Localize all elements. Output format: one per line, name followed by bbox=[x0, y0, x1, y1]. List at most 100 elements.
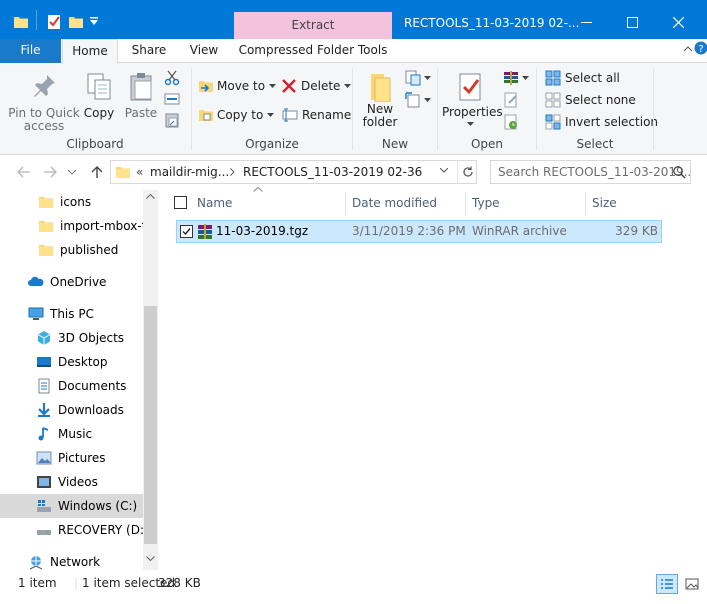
forward-arrow-icon bbox=[44, 166, 57, 178]
nav-item-onedrive[interactable]: OneDrive bbox=[0, 270, 144, 294]
file-date: 3/11/2019 2:36 PM bbox=[352, 224, 466, 238]
tab-home[interactable]: Home bbox=[62, 39, 118, 64]
pin-label: Pin to Quick access bbox=[8, 106, 80, 133]
table-row[interactable]: 11-03-2019.tgz 3/11/2019 2:36 PM WinRAR … bbox=[176, 220, 662, 243]
paste-icon bbox=[127, 72, 155, 102]
history-icon[interactable] bbox=[503, 114, 519, 130]
nav-item-music[interactable]: Music bbox=[0, 422, 144, 446]
pin-icon bbox=[30, 72, 58, 100]
tab-share[interactable]: Share bbox=[121, 39, 177, 64]
select-none-button[interactable]: Select none bbox=[545, 91, 636, 109]
rename-button[interactable]: Rename bbox=[282, 105, 351, 125]
select-all-checkbox[interactable] bbox=[174, 196, 187, 209]
nav-item-3d-objects[interactable]: 3D Objects bbox=[0, 326, 144, 350]
close-button[interactable] bbox=[655, 6, 701, 39]
pin-to-quick-access-button[interactable]: Pin to Quick access bbox=[5, 70, 83, 134]
file-type: WinRAR archive bbox=[472, 224, 567, 238]
easy-access-button[interactable] bbox=[405, 92, 431, 108]
move-to-button[interactable]: Move to bbox=[198, 76, 277, 96]
details-view-button[interactable] bbox=[656, 574, 678, 594]
forward-button[interactable] bbox=[38, 162, 62, 182]
nav-item-published[interactable]: published bbox=[0, 238, 144, 262]
delete-icon bbox=[282, 79, 296, 93]
status-divider: | bbox=[74, 576, 79, 590]
folder-icon bbox=[14, 15, 28, 29]
file-size: 329 KB bbox=[615, 224, 658, 238]
paste-button[interactable]: Paste bbox=[122, 70, 160, 134]
nav-item-videos[interactable]: Videos bbox=[0, 470, 144, 494]
invert-selection-icon bbox=[545, 114, 561, 130]
address-dropdown-icon[interactable] bbox=[440, 168, 448, 173]
tab-view[interactable]: View bbox=[178, 39, 230, 64]
minimize-button[interactable] bbox=[563, 6, 609, 39]
nav-item-desktop[interactable]: Desktop bbox=[0, 350, 144, 374]
back-button[interactable] bbox=[12, 162, 36, 182]
nav-item-downloads[interactable]: Downloads bbox=[0, 398, 144, 422]
tab-compressed-folder-tools[interactable]: Compressed Folder Tools bbox=[234, 39, 392, 64]
back-arrow-icon bbox=[17, 166, 30, 178]
qat-customize-icon[interactable] bbox=[89, 16, 99, 26]
breadcrumb-item[interactable]: maildir-mig... bbox=[150, 165, 229, 179]
details-view-icon bbox=[661, 579, 673, 589]
rename-icon bbox=[282, 108, 298, 122]
nav-scrollbar-thumb[interactable] bbox=[144, 306, 157, 544]
tab-file[interactable]: File bbox=[0, 39, 61, 63]
nav-item-this-pc[interactable]: This PC bbox=[0, 302, 144, 326]
new-folder-button[interactable]: New folder bbox=[357, 70, 403, 134]
up-arrow-icon bbox=[91, 166, 103, 178]
delete-button[interactable]: Delete bbox=[282, 76, 352, 96]
refresh-icon bbox=[462, 166, 473, 177]
column-divider[interactable] bbox=[345, 192, 346, 216]
nav-item-pictures[interactable]: Pictures bbox=[0, 446, 144, 470]
nav-item-icons[interactable]: icons bbox=[0, 190, 144, 214]
large-icons-view-icon bbox=[685, 578, 699, 590]
column-divider[interactable] bbox=[465, 192, 466, 216]
extract-context-tab[interactable]: Extract bbox=[234, 12, 392, 39]
nav-item-windows-c[interactable]: Windows (C:) bbox=[0, 494, 144, 518]
nav-item-import-mbox[interactable]: import-mbox-fi bbox=[0, 214, 144, 238]
breadcrumb-overflow[interactable]: « bbox=[136, 165, 143, 179]
nav-item-network[interactable]: Network bbox=[0, 550, 144, 574]
navigation-pane[interactable]: icons import-mbox-fi published OneDrive … bbox=[0, 190, 158, 570]
copy-button[interactable]: Copy bbox=[83, 70, 115, 134]
large-icons-view-button[interactable] bbox=[681, 574, 703, 594]
row-checkbox[interactable] bbox=[180, 225, 193, 238]
up-button[interactable] bbox=[86, 162, 108, 182]
new-folder-qat-icon[interactable] bbox=[68, 14, 84, 30]
column-header-name[interactable]: Name bbox=[197, 192, 232, 216]
new-item-button[interactable] bbox=[405, 70, 431, 86]
nav-item-recovery-d[interactable]: RECOVERY (D:) bbox=[0, 518, 144, 542]
edit-icon[interactable] bbox=[503, 92, 519, 108]
file-name[interactable]: 11-03-2019.tgz bbox=[216, 221, 308, 242]
select-all-button[interactable]: Select all bbox=[545, 69, 620, 87]
chevron-right-icon[interactable] bbox=[230, 168, 235, 176]
paste-shortcut-icon[interactable] bbox=[164, 112, 180, 128]
music-icon bbox=[36, 426, 52, 442]
videos-icon bbox=[36, 474, 52, 490]
column-divider[interactable] bbox=[585, 192, 586, 216]
column-header-type[interactable]: Type bbox=[472, 192, 500, 216]
properties-qat-icon[interactable] bbox=[46, 14, 62, 30]
ribbon-collapse-icon[interactable] bbox=[683, 44, 693, 54]
scroll-down-icon[interactable] bbox=[146, 556, 155, 561]
copy-path-icon[interactable] bbox=[164, 92, 180, 106]
scroll-up-icon[interactable] bbox=[146, 194, 155, 199]
breadcrumb-current[interactable]: RECTOOLS_11-03-2019 02-36 bbox=[243, 165, 422, 179]
open-button[interactable] bbox=[503, 70, 529, 86]
search-input[interactable]: Search RECTOOLS_11-03-2019... bbox=[490, 160, 691, 184]
winrar-icon bbox=[503, 70, 519, 86]
properties-button[interactable]: Properties bbox=[442, 70, 503, 134]
new-folder-label: New folder bbox=[362, 102, 398, 129]
help-icon[interactable]: ? bbox=[694, 41, 707, 55]
recent-locations-button[interactable] bbox=[64, 162, 80, 182]
invert-selection-button[interactable]: Invert selection bbox=[545, 113, 658, 131]
column-header-date[interactable]: Date modified bbox=[352, 192, 437, 216]
selected-size: 328 KB bbox=[158, 576, 201, 590]
chevron-down-icon bbox=[267, 113, 275, 117]
column-header-size[interactable]: Size bbox=[592, 192, 617, 216]
nav-item-documents[interactable]: Documents bbox=[0, 374, 144, 398]
copy-to-button[interactable]: Copy to bbox=[198, 105, 275, 125]
cut-icon[interactable] bbox=[164, 70, 180, 86]
refresh-button[interactable] bbox=[457, 161, 477, 183]
maximize-button[interactable] bbox=[609, 6, 655, 39]
